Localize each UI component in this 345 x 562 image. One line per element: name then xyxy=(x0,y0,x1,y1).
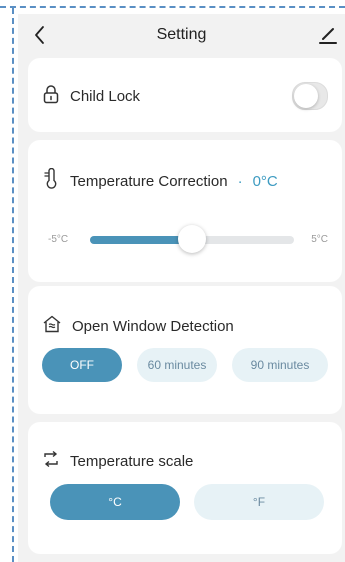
temperature-scale-card: Temperature scale °C °F xyxy=(28,422,342,554)
temperature-slider[interactable] xyxy=(90,225,294,253)
scale-option-celsius[interactable]: °C xyxy=(50,484,180,520)
swap-icon xyxy=(42,450,60,472)
slider-min-label: -5°C xyxy=(48,234,69,245)
child-lock-row: Child Lock xyxy=(42,84,140,108)
lock-icon xyxy=(42,84,60,108)
slider-max-label: 5°C xyxy=(311,234,328,245)
owd-option-90-minutes[interactable]: 90 minutes xyxy=(232,348,328,382)
page-title: Setting xyxy=(156,26,207,43)
temperature-scale-label: Temperature scale xyxy=(70,452,194,470)
open-window-detection-row: Open Window Detection xyxy=(42,314,234,338)
header-bar: Setting xyxy=(18,14,345,56)
owd-option-off[interactable]: OFF xyxy=(42,348,122,382)
owd-option-60-minutes[interactable]: 60 minutes xyxy=(137,348,217,382)
open-window-detection-card: Open Window Detection OFF 60 minutes 90 … xyxy=(28,286,342,414)
temperature-correction-value: 0°C xyxy=(252,172,278,190)
slider-thumb[interactable] xyxy=(178,225,206,253)
thermometer-icon xyxy=(42,167,60,194)
pencil-icon[interactable] xyxy=(319,24,337,46)
temperature-correction-label: Temperature Correction xyxy=(70,172,228,190)
slider-fill xyxy=(90,236,192,244)
toggle-knob xyxy=(294,84,318,108)
temperature-correction-separator: · xyxy=(237,172,243,190)
settings-screen: Setting Child Lock Temperature Correctio… xyxy=(18,14,345,562)
open-window-detection-label: Open Window Detection xyxy=(72,317,234,335)
temperature-correction-card: Temperature Correction · 0°C -5°C 5°C xyxy=(28,140,342,282)
child-lock-label: Child Lock xyxy=(70,87,141,105)
temperature-scale-row: Temperature scale xyxy=(42,450,193,472)
dashed-border-left xyxy=(12,8,14,562)
temperature-correction-row: Temperature Correction · 0°C xyxy=(42,167,278,194)
child-lock-toggle[interactable] xyxy=(292,82,328,110)
scale-option-fahrenheit[interactable]: °F xyxy=(194,484,324,520)
dashed-border-top xyxy=(0,6,345,8)
window-house-icon xyxy=(42,314,62,338)
child-lock-card: Child Lock xyxy=(28,58,342,132)
